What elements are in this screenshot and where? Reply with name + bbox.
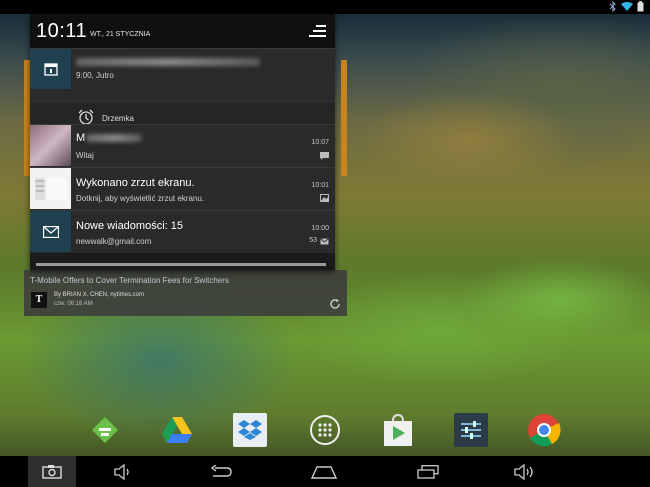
shade-scrollbar[interactable] — [36, 263, 326, 266]
volume-down-button[interactable] — [103, 461, 143, 483]
chat-icon — [320, 152, 329, 160]
avatar — [30, 125, 71, 166]
recent-apps-button[interactable] — [408, 461, 448, 483]
home-button[interactable] — [304, 461, 344, 483]
screenshot-title: Wykonano zrzut ekranu. — [76, 177, 195, 189]
volume-up-icon — [514, 464, 533, 480]
calendar-notification[interactable]: 9:00, Jutro — [30, 48, 335, 102]
calendar-icon-box — [30, 49, 71, 89]
news-time: czw. 06:18 AM — [54, 301, 93, 307]
news-widget[interactable]: T-Mobile Offers to Cover Termination Fee… — [24, 270, 347, 316]
settings-app-icon[interactable] — [454, 413, 488, 447]
image-icon — [320, 194, 329, 202]
recent-apps-icon — [417, 465, 439, 479]
scrollbar-thumb[interactable] — [36, 263, 326, 266]
clock: 10:11 — [36, 20, 88, 42]
apps-launcher-icon[interactable] — [308, 413, 342, 447]
message-time: 10:07 — [311, 139, 329, 146]
screenshot-time: 10:01 — [311, 182, 329, 189]
redacted-title — [76, 58, 260, 66]
message-subtitle: Witaj — [76, 151, 94, 160]
status-bar — [0, 0, 650, 14]
bluetooth-icon — [609, 1, 616, 12]
wifi-icon — [621, 2, 633, 11]
mail-icon-box — [30, 211, 71, 252]
play-store-icon[interactable] — [381, 413, 415, 447]
status-icons — [609, 1, 644, 12]
notification-shade: 10:11 WT., 21 STYCZNIA 9:00, Jutro Drzem… — [30, 14, 335, 270]
message-notification[interactable]: M Witaj 10:07 — [30, 124, 335, 167]
mail-count: 53 — [309, 237, 317, 244]
mail-time: 10:00 — [311, 225, 329, 232]
volume-up-button[interactable] — [505, 461, 545, 483]
screenshot-thumbnail-icon — [34, 177, 67, 200]
chrome-icon[interactable] — [527, 413, 561, 447]
battery-icon — [637, 1, 644, 12]
home-icon — [311, 466, 337, 479]
mail-notification[interactable]: Nowe wiadomości: 15 newwalk@gmail.com 10… — [30, 210, 335, 253]
calendar-subtitle: 9:00, Jutro — [76, 71, 114, 80]
snooze-label: Drzemka — [102, 114, 135, 123]
screenshot-subtitle: Dotknij, aby wyświetlić zrzut ekranu. — [76, 194, 205, 203]
quick-settings-icon[interactable] — [309, 24, 327, 38]
feedly-icon[interactable] — [88, 413, 122, 447]
nav-bar — [0, 456, 650, 487]
nytimes-logo: T — [31, 292, 47, 308]
mail-title: Nowe wiadomości: 15 — [76, 220, 183, 232]
date: WT., 21 STYCZNIA — [90, 31, 151, 38]
shade-header: 10:11 WT., 21 STYCZNIA — [30, 14, 335, 48]
screenshot-thumb — [30, 168, 71, 209]
dropbox-icon[interactable] — [233, 413, 267, 447]
envelope-small-icon — [320, 238, 329, 245]
widget-edge-right — [341, 60, 347, 176]
message-title: M — [76, 132, 86, 144]
redacted-sender — [86, 134, 142, 142]
news-byline: By BRIAN X. CHEN, nytimes.com — [54, 292, 145, 298]
mail-subtitle: newwalk@gmail.com — [76, 237, 152, 246]
refresh-icon[interactable] — [329, 298, 341, 310]
volume-down-icon — [114, 464, 129, 480]
google-drive-icon[interactable] — [160, 413, 194, 447]
camera-icon — [42, 465, 62, 479]
calendar-icon — [43, 63, 58, 76]
screenshot-button[interactable] — [28, 456, 76, 487]
screenshot-notification[interactable]: Wykonano zrzut ekranu. Dotknij, aby wyśw… — [30, 167, 335, 210]
alarm-clock-icon — [78, 109, 94, 125]
mail-icon — [42, 225, 59, 238]
back-button[interactable] — [201, 461, 241, 483]
app-dock — [0, 407, 650, 455]
news-headline[interactable]: T-Mobile Offers to Cover Termination Fee… — [30, 276, 229, 285]
back-icon — [210, 465, 232, 477]
